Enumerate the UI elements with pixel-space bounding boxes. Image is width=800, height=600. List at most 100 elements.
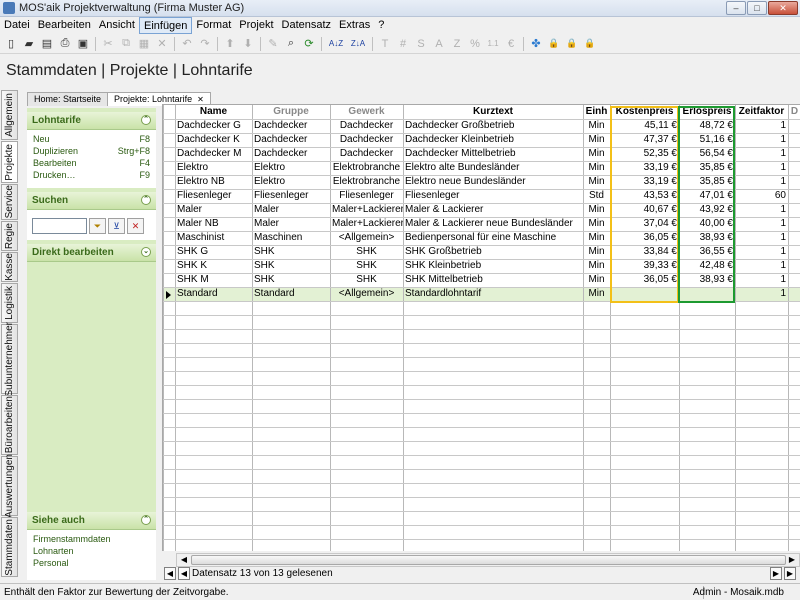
table-cell-zeitfaktor[interactable]: 1 [735, 175, 788, 189]
table-cell-kurztext[interactable]: SHK Kleinbetrieb [403, 259, 583, 273]
table-cell-gruppe[interactable]: Fliesenleger [252, 189, 330, 203]
table-cell-gewerk[interactable]: Fliesenleger [330, 189, 403, 203]
table-cell-erlospreis[interactable]: 42,48 € [679, 259, 735, 273]
table-cell-kostenpreis[interactable]: 36,05 € [610, 273, 679, 287]
link-personal[interactable]: Personal [27, 558, 156, 570]
table-cell-gewerk[interactable]: Dachdecker [330, 147, 403, 161]
table-cell-kostenpreis[interactable]: 37,04 € [610, 217, 679, 231]
table-cell-gewerk[interactable]: Elektrobranche [330, 175, 403, 189]
minimize-button[interactable]: – [726, 1, 746, 15]
table-cell-name[interactable]: Fliesenleger [175, 189, 252, 203]
table-cell-kurztext[interactable]: Dachdecker Kleinbetrieb [403, 133, 583, 147]
action-drucken[interactable]: Drucken… F9 [27, 170, 156, 182]
pen-icon[interactable]: ✎ [264, 35, 282, 53]
table-cell-zeitfaktor[interactable]: 1 [735, 147, 788, 161]
vtab-kasse[interactable]: Kasse [1, 252, 18, 282]
table-cell-einh[interactable]: Min [583, 175, 610, 189]
table-cell-kostenpreis[interactable]: 39,33 € [610, 259, 679, 273]
table-cell-gruppe[interactable]: Maler [252, 217, 330, 231]
table-cell-name[interactable]: SHK M [175, 273, 252, 287]
table-cell-name[interactable]: SHK G [175, 245, 252, 259]
table-cell-gruppe[interactable]: SHK [252, 259, 330, 273]
vtab-projekte[interactable]: Projekte [1, 141, 18, 183]
column-header-kurztext[interactable]: Kurztext [403, 105, 583, 119]
action-bearbeiten[interactable]: Bearbeiten F4 [27, 158, 156, 170]
first-record-icon[interactable]: ◀ [164, 567, 176, 580]
link-firmenstammdaten[interactable]: Firmenstammdaten [27, 534, 156, 546]
table-cell-zeitfaktor[interactable]: 1 [735, 217, 788, 231]
cut-icon[interactable]: ✂ [99, 35, 117, 53]
table-cell-gruppe[interactable]: SHK [252, 245, 330, 259]
table-cell-zeitfaktor[interactable]: 1 [735, 259, 788, 273]
table-cell-erlospreis[interactable] [679, 287, 735, 301]
table-cell-einh[interactable]: Min [583, 119, 610, 133]
z-format-icon[interactable]: Z [448, 35, 466, 53]
lock-blue-icon[interactable]: 🔒 [545, 35, 563, 53]
table-cell-gruppe[interactable]: Maschinen [252, 231, 330, 245]
tool-icon[interactable]: ✤ [527, 35, 545, 53]
menu-ansicht[interactable]: Ansicht [95, 17, 139, 34]
text-format-icon[interactable]: T [376, 35, 394, 53]
euro-format-icon[interactable]: € [502, 35, 520, 53]
table-cell-einh[interactable]: Std [583, 189, 610, 203]
prev-record-icon[interactable]: ◀ [178, 567, 190, 580]
collapse-icon[interactable]: ⌃ [141, 195, 151, 205]
filter-icon[interactable]: ⏷ [89, 218, 106, 234]
menu-projekt[interactable]: Projekt [235, 17, 277, 34]
table-cell-einh[interactable]: Min [583, 259, 610, 273]
table-cell-einh[interactable]: Min [583, 245, 610, 259]
decimal-format-icon[interactable]: 1.1 [484, 35, 502, 53]
table-cell-zeitfaktor[interactable]: 1 [735, 273, 788, 287]
delete-icon[interactable]: ✕ [153, 35, 171, 53]
table-cell-gruppe[interactable]: Dachdecker [252, 119, 330, 133]
table-cell-zeitfaktor[interactable]: 1 [735, 161, 788, 175]
table-cell-erlospreis[interactable]: 38,93 € [679, 273, 735, 287]
table-cell-gewerk[interactable]: SHK [330, 245, 403, 259]
table-cell-kostenpreis[interactable]: 47,37 € [610, 133, 679, 147]
close-button[interactable]: ✕ [768, 1, 798, 15]
column-header-einh[interactable]: Einh [583, 105, 610, 119]
table-cell-gewerk[interactable]: Dachdecker [330, 119, 403, 133]
column-header-gruppe[interactable]: Gruppe [252, 105, 330, 119]
table-cell-name[interactable]: Maler [175, 203, 252, 217]
menu-help[interactable]: ? [374, 17, 388, 34]
find-icon[interactable]: ⌕ [282, 35, 300, 53]
next-record-icon[interactable]: ▶ [770, 567, 782, 580]
maximize-button[interactable]: □ [747, 1, 767, 15]
table-cell-erlospreis[interactable]: 35,85 € [679, 175, 735, 189]
table-cell-kurztext[interactable]: Fliesenleger [403, 189, 583, 203]
table-cell-erlospreis[interactable]: 36,55 € [679, 245, 735, 259]
table-cell-kurztext[interactable]: Maler & Lackierer [403, 203, 583, 217]
column-header-kostenpreis[interactable]: Kostenpreis [610, 105, 679, 119]
table-cell-kostenpreis[interactable]: 36,05 € [610, 231, 679, 245]
scroll-thumb[interactable] [191, 555, 786, 565]
table-cell-kostenpreis[interactable]: 33,84 € [610, 245, 679, 259]
action-neu[interactable]: Neu F8 [27, 134, 156, 146]
table-cell-name[interactable]: SHK K [175, 259, 252, 273]
vtab-allgemein[interactable]: Allgemein [1, 90, 18, 140]
sort-descending-icon[interactable]: Z↓A [347, 35, 369, 53]
menu-datei[interactable]: Datei [0, 17, 34, 34]
horizontal-scrollbar[interactable]: ◀ ▶ [176, 553, 800, 567]
table-cell-zeitfaktor[interactable]: 1 [735, 119, 788, 133]
redo-icon[interactable]: ↷ [196, 35, 214, 53]
menu-datensatz[interactable]: Datensatz [278, 17, 336, 34]
table-cell-einh[interactable]: Min [583, 133, 610, 147]
table-cell-name[interactable]: Dachdecker K [175, 133, 252, 147]
table-cell-gewerk[interactable]: Dachdecker [330, 133, 403, 147]
table-cell-kostenpreis[interactable]: 40,67 € [610, 203, 679, 217]
table-cell-erlospreis[interactable]: 48,72 € [679, 119, 735, 133]
table-cell-name[interactable]: Maler NB [175, 217, 252, 231]
column-header-d[interactable]: D [788, 105, 800, 119]
table-cell-gewerk[interactable]: Maler+Lackierer [330, 217, 403, 231]
number-format-icon[interactable]: # [394, 35, 412, 53]
scroll-left-icon[interactable]: ◀ [177, 554, 191, 566]
print-icon[interactable]: ⎙ [56, 35, 74, 53]
table-cell-kurztext[interactable]: Dachdecker Mittelbetrieb [403, 147, 583, 161]
vtab-service[interactable]: Service [1, 184, 18, 220]
a-format-icon[interactable]: A [430, 35, 448, 53]
table-cell-kostenpreis[interactable]: 52,35 € [610, 147, 679, 161]
vtab-logistik[interactable]: Logistik [1, 283, 18, 323]
column-header-name[interactable]: Name [175, 105, 252, 119]
table-cell-erlospreis[interactable]: 35,85 € [679, 161, 735, 175]
